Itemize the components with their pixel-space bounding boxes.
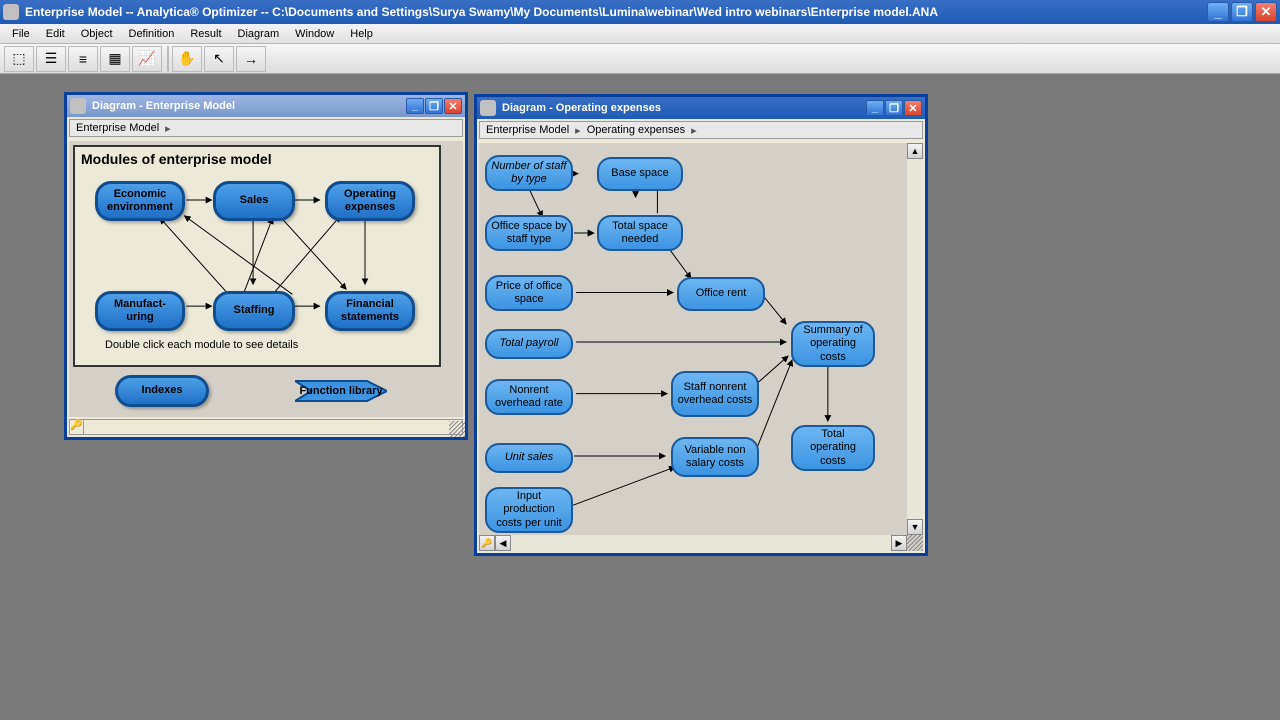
key-icon[interactable]: 🔑 xyxy=(479,535,495,551)
node-total-payroll[interactable]: Total payroll xyxy=(485,329,573,359)
child-minimize-button[interactable]: _ xyxy=(866,100,884,116)
node-office-rent[interactable]: Office rent xyxy=(677,277,765,311)
child-titlebar[interactable]: Diagram - Operating expenses _ ❐ ✕ xyxy=(477,97,925,119)
maximize-button[interactable]: ❐ xyxy=(1231,2,1253,22)
node-economic-environment[interactable]: Economic environment xyxy=(95,181,185,221)
node-function-library[interactable]: Function library xyxy=(295,373,387,409)
child-icon xyxy=(70,98,86,114)
node-total-space-needed[interactable]: Total space needed xyxy=(597,215,683,251)
child-close-button[interactable]: ✕ xyxy=(904,100,922,116)
menu-edit[interactable]: Edit xyxy=(38,26,73,42)
menu-definition[interactable]: Definition xyxy=(121,26,183,42)
node-number-staff[interactable]: Number of staff by type xyxy=(485,155,573,191)
scroll-up-icon[interactable]: ▲ xyxy=(907,143,923,159)
child-close-button[interactable]: ✕ xyxy=(444,98,462,114)
tool-hierarchy-icon[interactable]: ⬚ xyxy=(4,46,34,72)
breadcrumb-item-current[interactable]: Operating expenses xyxy=(587,124,685,136)
statusbar: 🔑 xyxy=(69,419,463,435)
window-enterprise-model[interactable]: Diagram - Enterprise Model _ ❐ ✕ Enterpr… xyxy=(64,92,468,440)
tool-separator xyxy=(167,46,169,72)
breadcrumb[interactable]: Enterprise Model ▸ Operating expenses ▸ xyxy=(479,121,923,139)
tool-table-icon[interactable]: ▦ xyxy=(100,46,130,72)
node-sales[interactable]: Sales xyxy=(213,181,295,221)
scroll-left-icon[interactable]: ◀ xyxy=(495,535,511,551)
node-office-space-by-staff[interactable]: Office space by staff type xyxy=(485,215,573,251)
node-financial-statements[interactable]: Financial statements xyxy=(325,291,415,331)
node-base-space[interactable]: Base space xyxy=(597,157,683,191)
tool-outline-icon[interactable]: ☰ xyxy=(36,46,66,72)
node-staff-nonrent[interactable]: Staff nonrent overhead costs xyxy=(671,371,759,417)
menu-result[interactable]: Result xyxy=(182,26,229,42)
breadcrumb[interactable]: Enterprise Model ▸ xyxy=(69,119,463,137)
close-button[interactable]: ✕ xyxy=(1255,2,1277,22)
tool-hand-icon[interactable]: ✋ xyxy=(172,46,202,72)
diagram-canvas[interactable]: Number of staff by type Base space Offic… xyxy=(479,143,923,551)
node-staffing[interactable]: Staffing xyxy=(213,291,295,331)
child-maximize-button[interactable]: ❐ xyxy=(425,98,443,114)
frame-title: Modules of enterprise model xyxy=(75,147,439,171)
toolbar: ⬚ ☰ ≡ ▦ 📈 ✋ ↖ → xyxy=(0,44,1280,74)
child-maximize-button[interactable]: ❐ xyxy=(885,100,903,116)
hint-caption: Double click each module to see details xyxy=(105,339,298,351)
breadcrumb-item[interactable]: Enterprise Model xyxy=(76,122,159,134)
window-operating-expenses[interactable]: Diagram - Operating expenses _ ❐ ✕ Enter… xyxy=(474,94,928,556)
arrows-layer xyxy=(75,147,439,365)
menu-file[interactable]: File xyxy=(4,26,38,42)
node-operating-expenses[interactable]: Operating expenses xyxy=(325,181,415,221)
child-title: Diagram - Enterprise Model xyxy=(92,100,235,112)
node-unit-sales[interactable]: Unit sales xyxy=(485,443,573,473)
resize-grip[interactable] xyxy=(907,535,923,551)
scroll-down-icon[interactable]: ▼ xyxy=(907,519,923,535)
scroll-right-icon[interactable]: ▶ xyxy=(891,535,907,551)
node-variable-nonsalary[interactable]: Variable non salary costs xyxy=(671,437,759,477)
menu-object[interactable]: Object xyxy=(73,26,121,42)
horizontal-scrollbar[interactable]: 🔑 ◀ ▶ xyxy=(479,535,907,551)
tool-graph-icon[interactable]: 📈 xyxy=(132,46,162,72)
node-price-office-space[interactable]: Price of office space xyxy=(485,275,573,311)
menubar: File Edit Object Definition Result Diagr… xyxy=(0,24,1280,44)
chevron-right-icon: ▸ xyxy=(165,122,171,135)
app-icon xyxy=(3,4,19,20)
node-manufacturing[interactable]: Manufact-uring xyxy=(95,291,185,331)
menu-help[interactable]: Help xyxy=(342,26,381,42)
chevron-right-icon: ▸ xyxy=(575,124,581,137)
menu-window[interactable]: Window xyxy=(287,26,342,42)
mdi-workspace: Diagram - Enterprise Model _ ❐ ✕ Enterpr… xyxy=(0,74,1280,720)
child-icon xyxy=(480,100,496,116)
minimize-button[interactable]: _ xyxy=(1207,2,1229,22)
node-summary-operating[interactable]: Summary of operating costs xyxy=(791,321,875,367)
child-minimize-button[interactable]: _ xyxy=(406,98,424,114)
tool-arrow-icon[interactable]: → xyxy=(236,46,266,72)
vertical-scrollbar[interactable]: ▲ ▼ xyxy=(907,143,923,535)
node-nonrent-rate[interactable]: Nonrent overhead rate xyxy=(485,379,573,415)
breadcrumb-item-root[interactable]: Enterprise Model xyxy=(486,124,569,136)
diagram-canvas[interactable]: Modules of enterprise model Economic env… xyxy=(69,141,463,417)
app-titlebar: Enterprise Model -- Analytica® Optimizer… xyxy=(0,0,1280,24)
chevron-right-icon: ▸ xyxy=(691,124,697,137)
tool-list-icon[interactable]: ≡ xyxy=(68,46,98,72)
node-input-production[interactable]: Input production costs per unit xyxy=(485,487,573,533)
menu-diagram[interactable]: Diagram xyxy=(230,26,288,42)
child-titlebar[interactable]: Diagram - Enterprise Model _ ❐ ✕ xyxy=(67,95,465,117)
key-icon[interactable]: 🔑 xyxy=(70,420,84,434)
resize-grip[interactable] xyxy=(449,421,465,437)
app-title: Enterprise Model -- Analytica® Optimizer… xyxy=(25,5,1207,19)
node-indexes[interactable]: Indexes xyxy=(115,375,209,407)
tool-pointer-icon[interactable]: ↖ xyxy=(204,46,234,72)
function-library-label: Function library xyxy=(295,373,387,409)
window-buttons: _ ❐ ✕ xyxy=(1207,2,1277,22)
node-total-operating[interactable]: Total operating costs xyxy=(791,425,875,471)
child-title: Diagram - Operating expenses xyxy=(502,102,661,114)
modules-frame: Modules of enterprise model Economic env… xyxy=(73,145,441,367)
